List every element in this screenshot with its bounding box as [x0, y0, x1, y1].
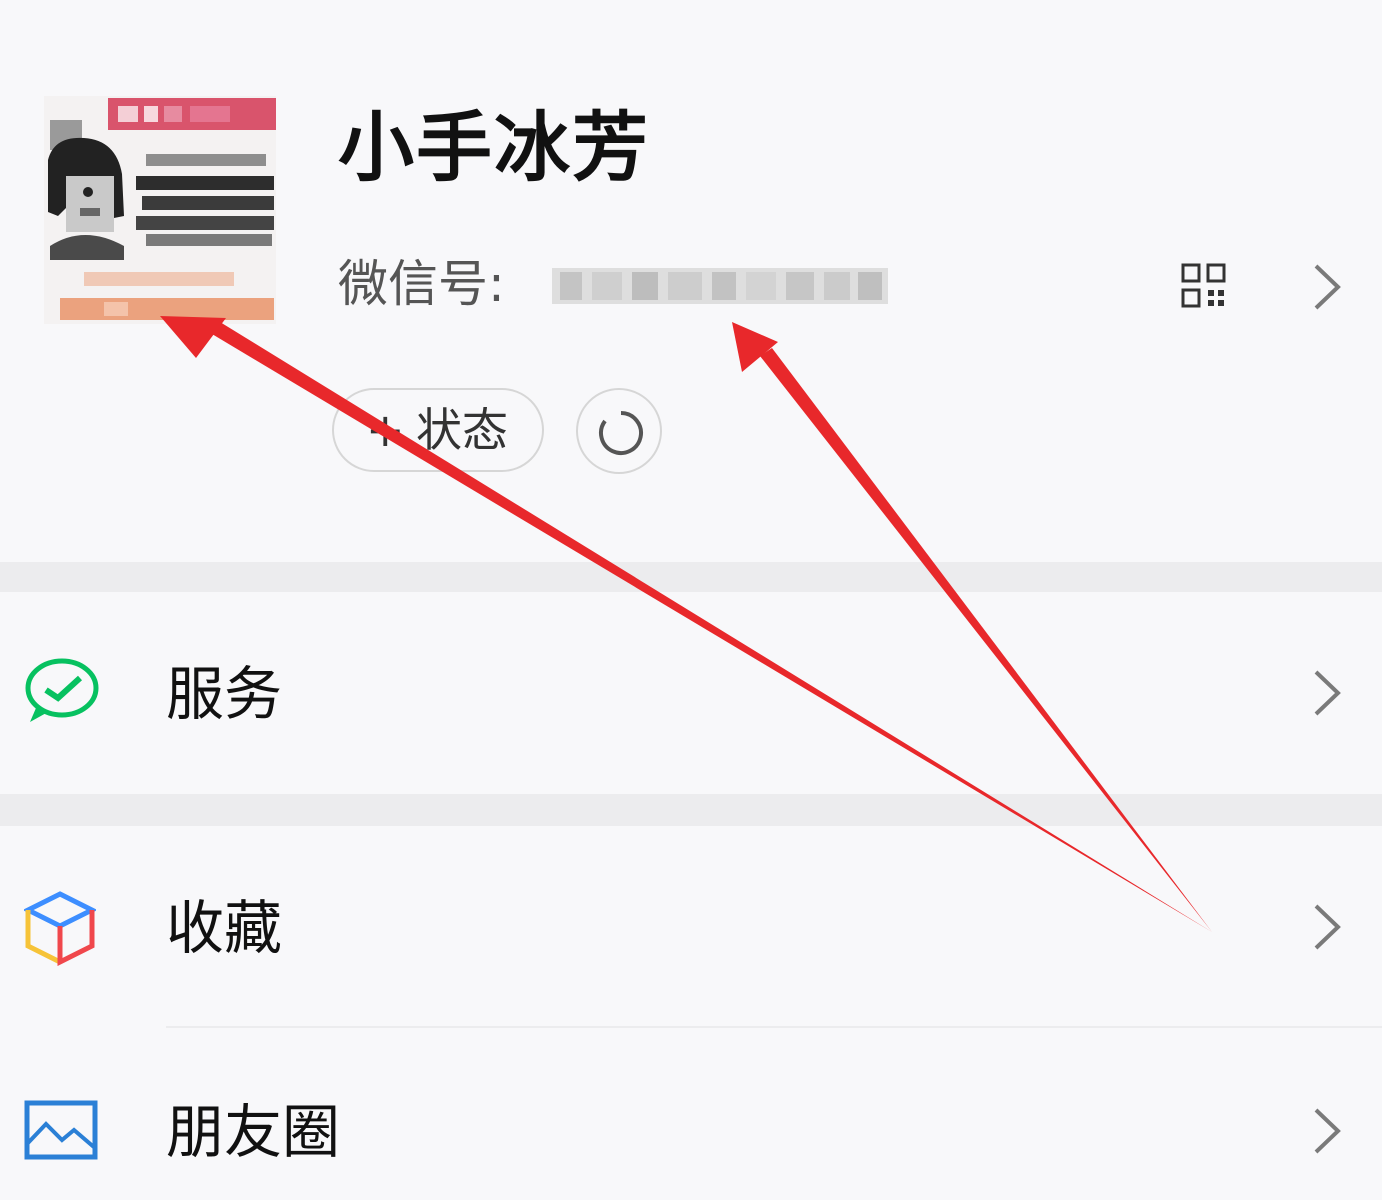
refresh-button[interactable]: [576, 388, 662, 474]
refresh-icon: [599, 411, 643, 455]
menu-item-label: 服务: [166, 660, 283, 728]
add-status-button[interactable]: + 状态: [332, 388, 544, 472]
wechat-pay-icon: [24, 658, 100, 730]
chevron-right-icon: [1310, 668, 1344, 718]
nickname: 小手冰芳: [338, 103, 650, 192]
picture-icon: [24, 1100, 98, 1164]
profile-header[interactable]: 小手冰芳 微信号: + 状态: [0, 0, 1382, 562]
chevron-right-icon[interactable]: [1310, 262, 1344, 312]
menu-item-service[interactable]: 服务: [0, 592, 1382, 794]
chevron-right-icon: [1310, 1106, 1344, 1156]
wechat-id-value: [552, 262, 888, 310]
section-divider: [0, 562, 1382, 592]
menu-item-favorites[interactable]: 收藏: [0, 826, 1382, 1028]
cube-icon: [22, 890, 98, 970]
section-divider: [0, 794, 1382, 826]
menu-item-label: 收藏: [166, 894, 283, 962]
avatar[interactable]: [44, 96, 276, 324]
menu-item-moments[interactable]: 朋友圈: [0, 1028, 1382, 1200]
plus-icon: +: [366, 403, 405, 457]
menu-item-label: 朋友圈: [166, 1098, 341, 1166]
status-label: 状态: [416, 403, 508, 457]
wechat-id-label: 微信号:: [338, 255, 505, 313]
chevron-right-icon: [1310, 902, 1344, 952]
qr-code-icon[interactable]: [1180, 262, 1228, 310]
